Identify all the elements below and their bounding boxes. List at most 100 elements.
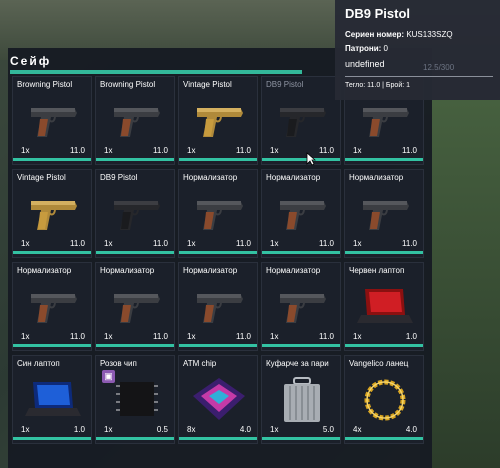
slot-durability-bar [345,251,423,254]
tooltip-footer: Тегло: 11.0 | Брой: 1 [345,82,411,89]
pistol-brown-icon [187,283,251,331]
slot-weight: 11.0 [153,332,168,341]
slot-weight: 11.0 [319,332,334,341]
inventory-slot[interactable]: Browning Pistol 1x 11.0 [12,76,92,165]
pistol-brown-icon [270,190,334,238]
pistol-brown-icon [353,190,417,238]
inventory-grid: Browning Pistol 1x 11.0 Browning Pistol … [12,76,432,448]
slot-count: 1x [353,239,362,248]
slot-item-name: Розов чип [100,359,137,368]
slot-durability-bar [179,344,257,347]
slot-durability-bar [345,344,423,347]
laptop-red-icon [353,283,417,331]
briefcase-icon [270,376,334,424]
slot-weight: 4.0 [239,425,251,434]
slot-item-name: DB9 Pistol [100,173,138,182]
slot-durability-bar [96,251,174,254]
slot-durability-bar [13,158,91,161]
pistol-brown-icon [187,190,251,238]
inventory-slot[interactable]: Vintage Pistol 1x 11.0 [178,76,258,165]
slot-count: 1x [104,146,113,155]
pistol-brown-icon [104,283,168,331]
inventory-slot[interactable]: ATM chip 8x 4.0 [178,355,258,444]
inventory-slot[interactable]: Нормализатор 1x 11.0 [12,262,92,351]
slot-count: 1x [21,425,30,434]
tooltip-extra: undefined [345,59,385,69]
slot-weight: 4.0 [405,425,417,434]
item-tooltip: DB9 Pistol Сериен номер: KUS133SZQ Патро… [335,0,500,100]
slot-durability-bar [179,437,257,440]
slot-item-name: Нормализатор [266,173,321,182]
inventory-slot[interactable]: Vangelico ланец 4x 4.0 [344,355,424,444]
slot-item-name: Vangelico ланец [349,359,409,368]
slot-weight: 11.0 [153,146,168,155]
tooltip-ammo-value: 0 [383,44,388,53]
laptop-blue-icon [21,376,85,424]
cube-badge-icon: ▣ [102,370,115,383]
slot-durability-bar [262,251,340,254]
slot-item-name: Куфарче за пари [266,359,329,368]
slot-weight: 11.0 [70,146,85,155]
slot-item-name: Нормализатор [266,266,321,275]
tooltip-serial: Сериен номер: KUS133SZQ [345,30,453,39]
slot-count: 1x [104,425,113,434]
pistol-black-icon [104,190,168,238]
pistol-gold-icon [21,190,85,238]
capacity-bar [10,70,302,74]
inventory-slot[interactable]: Нормализатор 1x 11.0 [178,262,258,351]
slot-item-name: DB9 Pistol [266,80,304,89]
inventory-slot[interactable]: Нормализатор 1x 11.0 [261,262,341,351]
slot-count: 1x [187,332,196,341]
slot-weight: 11.0 [70,239,85,248]
slot-weight: 11.0 [319,239,334,248]
inventory-slot[interactable]: DB9 Pistol 1x 11.0 [261,76,341,165]
slot-durability-bar [262,158,340,161]
atm-chip-icon [187,376,251,424]
inventory-slot[interactable]: Vintage Pistol 1x 11.0 [12,169,92,258]
slot-count: 1x [353,332,362,341]
pistol-brown-icon [21,97,85,145]
slot-weight: 1.0 [405,332,417,341]
pistol-brown-icon [353,97,417,145]
tooltip-ammo: Патрони: 0 [345,44,388,53]
slot-item-name: Нормализатор [349,173,404,182]
inventory-slot[interactable]: Червен лаптоп 1x 1.0 [344,262,424,351]
slot-count: 1x [270,332,279,341]
slot-weight: 11.0 [402,239,417,248]
slot-item-name: Нормализатор [183,173,238,182]
slot-durability-bar [262,437,340,440]
slot-count: 8x [187,425,196,434]
slot-item-name: Vintage Pistol [183,80,232,89]
slot-count: 1x [187,146,196,155]
slot-weight: 11.0 [236,146,251,155]
slot-count: 1x [104,239,113,248]
inventory-slot[interactable]: Нормализатор 1x 11.0 [261,169,341,258]
inventory-slot[interactable]: Куфарче за пари 1x 5.0 [261,355,341,444]
slot-weight: 11.0 [153,239,168,248]
slot-item-name: ATM chip [183,359,217,368]
tooltip-capacity: 12.5/300 [423,63,455,72]
inventory-slot[interactable]: Нормализатор 1x 11.0 [178,169,258,258]
inventory-slot[interactable]: Нормализатор 1x 11.0 [95,262,175,351]
slot-item-name: Син лаптоп [17,359,60,368]
pistol-brown-icon [104,97,168,145]
slot-weight: 11.0 [236,332,251,341]
inventory-slot[interactable]: Розов чип 1x 0.5 ▣ [95,355,175,444]
inventory-slot[interactable]: Нормализатор 1x 11.0 [344,169,424,258]
slot-count: 1x [270,239,279,248]
slot-count: 1x [270,425,279,434]
slot-item-name: Червен лаптоп [349,266,405,275]
inventory-slot[interactable]: DB9 Pistol 1x 11.0 [95,169,175,258]
panel-title: Сейф [10,54,52,68]
slot-count: 1x [104,332,113,341]
tooltip-serial-value: KUS133SZQ [406,30,453,39]
slot-weight: 11.0 [319,146,334,155]
inventory-slot[interactable]: Син лаптоп 1x 1.0 [12,355,92,444]
slot-durability-bar [96,437,174,440]
slot-weight: 11.0 [236,239,251,248]
slot-weight: 5.0 [322,425,334,434]
slot-durability-bar [13,251,91,254]
slot-durability-bar [179,251,257,254]
inventory-slot[interactable]: Browning Pistol 1x 11.0 [95,76,175,165]
slot-count: 1x [21,332,30,341]
